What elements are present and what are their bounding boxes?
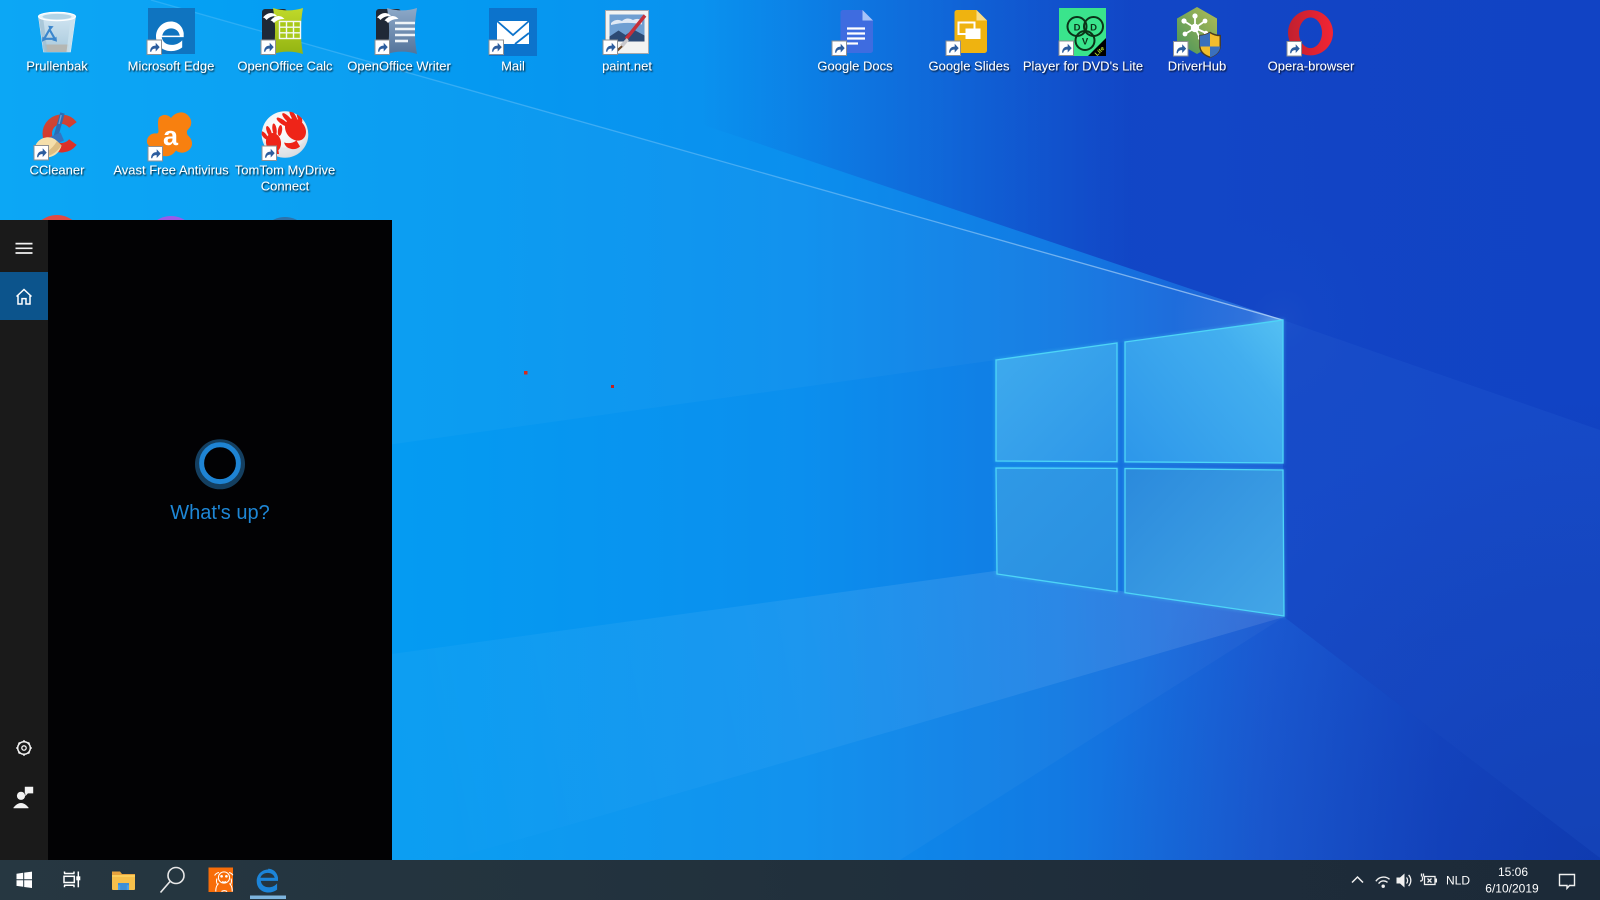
svg-text:Prullenbak: Prullenbak — [26, 59, 88, 74]
svg-text:D: D — [1074, 23, 1081, 34]
svg-text:6/10/2019: 6/10/2019 — [1485, 882, 1539, 896]
svg-text:Google Slides: Google Slides — [929, 59, 1010, 74]
svg-text:What's up?: What's up? — [170, 502, 269, 524]
svg-text:DriverHub: DriverHub — [1168, 59, 1227, 74]
svg-text:Player for DVD's Lite: Player for DVD's Lite — [1023, 59, 1143, 74]
svg-text:OpenOffice Calc: OpenOffice Calc — [237, 59, 333, 74]
svg-text:V: V — [1082, 37, 1089, 48]
svg-text:D: D — [1090, 23, 1097, 34]
svg-text:Avast Free Antivirus: Avast Free Antivirus — [113, 163, 229, 178]
svg-text:NLD: NLD — [1446, 874, 1470, 888]
svg-text:15:06: 15:06 — [1498, 865, 1528, 879]
svg-text:Opera-browser: Opera-browser — [1268, 59, 1355, 74]
svg-text:Connect: Connect — [261, 179, 310, 194]
svg-text:Microsoft Edge: Microsoft Edge — [128, 59, 215, 74]
svg-text:CCleaner: CCleaner — [30, 163, 86, 178]
svg-text:Google Docs: Google Docs — [817, 59, 893, 74]
svg-text:paint.net: paint.net — [602, 59, 652, 74]
svg-text:a: a — [163, 121, 179, 151]
svg-text:Mail: Mail — [501, 59, 525, 74]
svg-text:TomTom MyDrive: TomTom MyDrive — [235, 163, 335, 178]
svg-text:OpenOffice Writer: OpenOffice Writer — [347, 59, 451, 74]
